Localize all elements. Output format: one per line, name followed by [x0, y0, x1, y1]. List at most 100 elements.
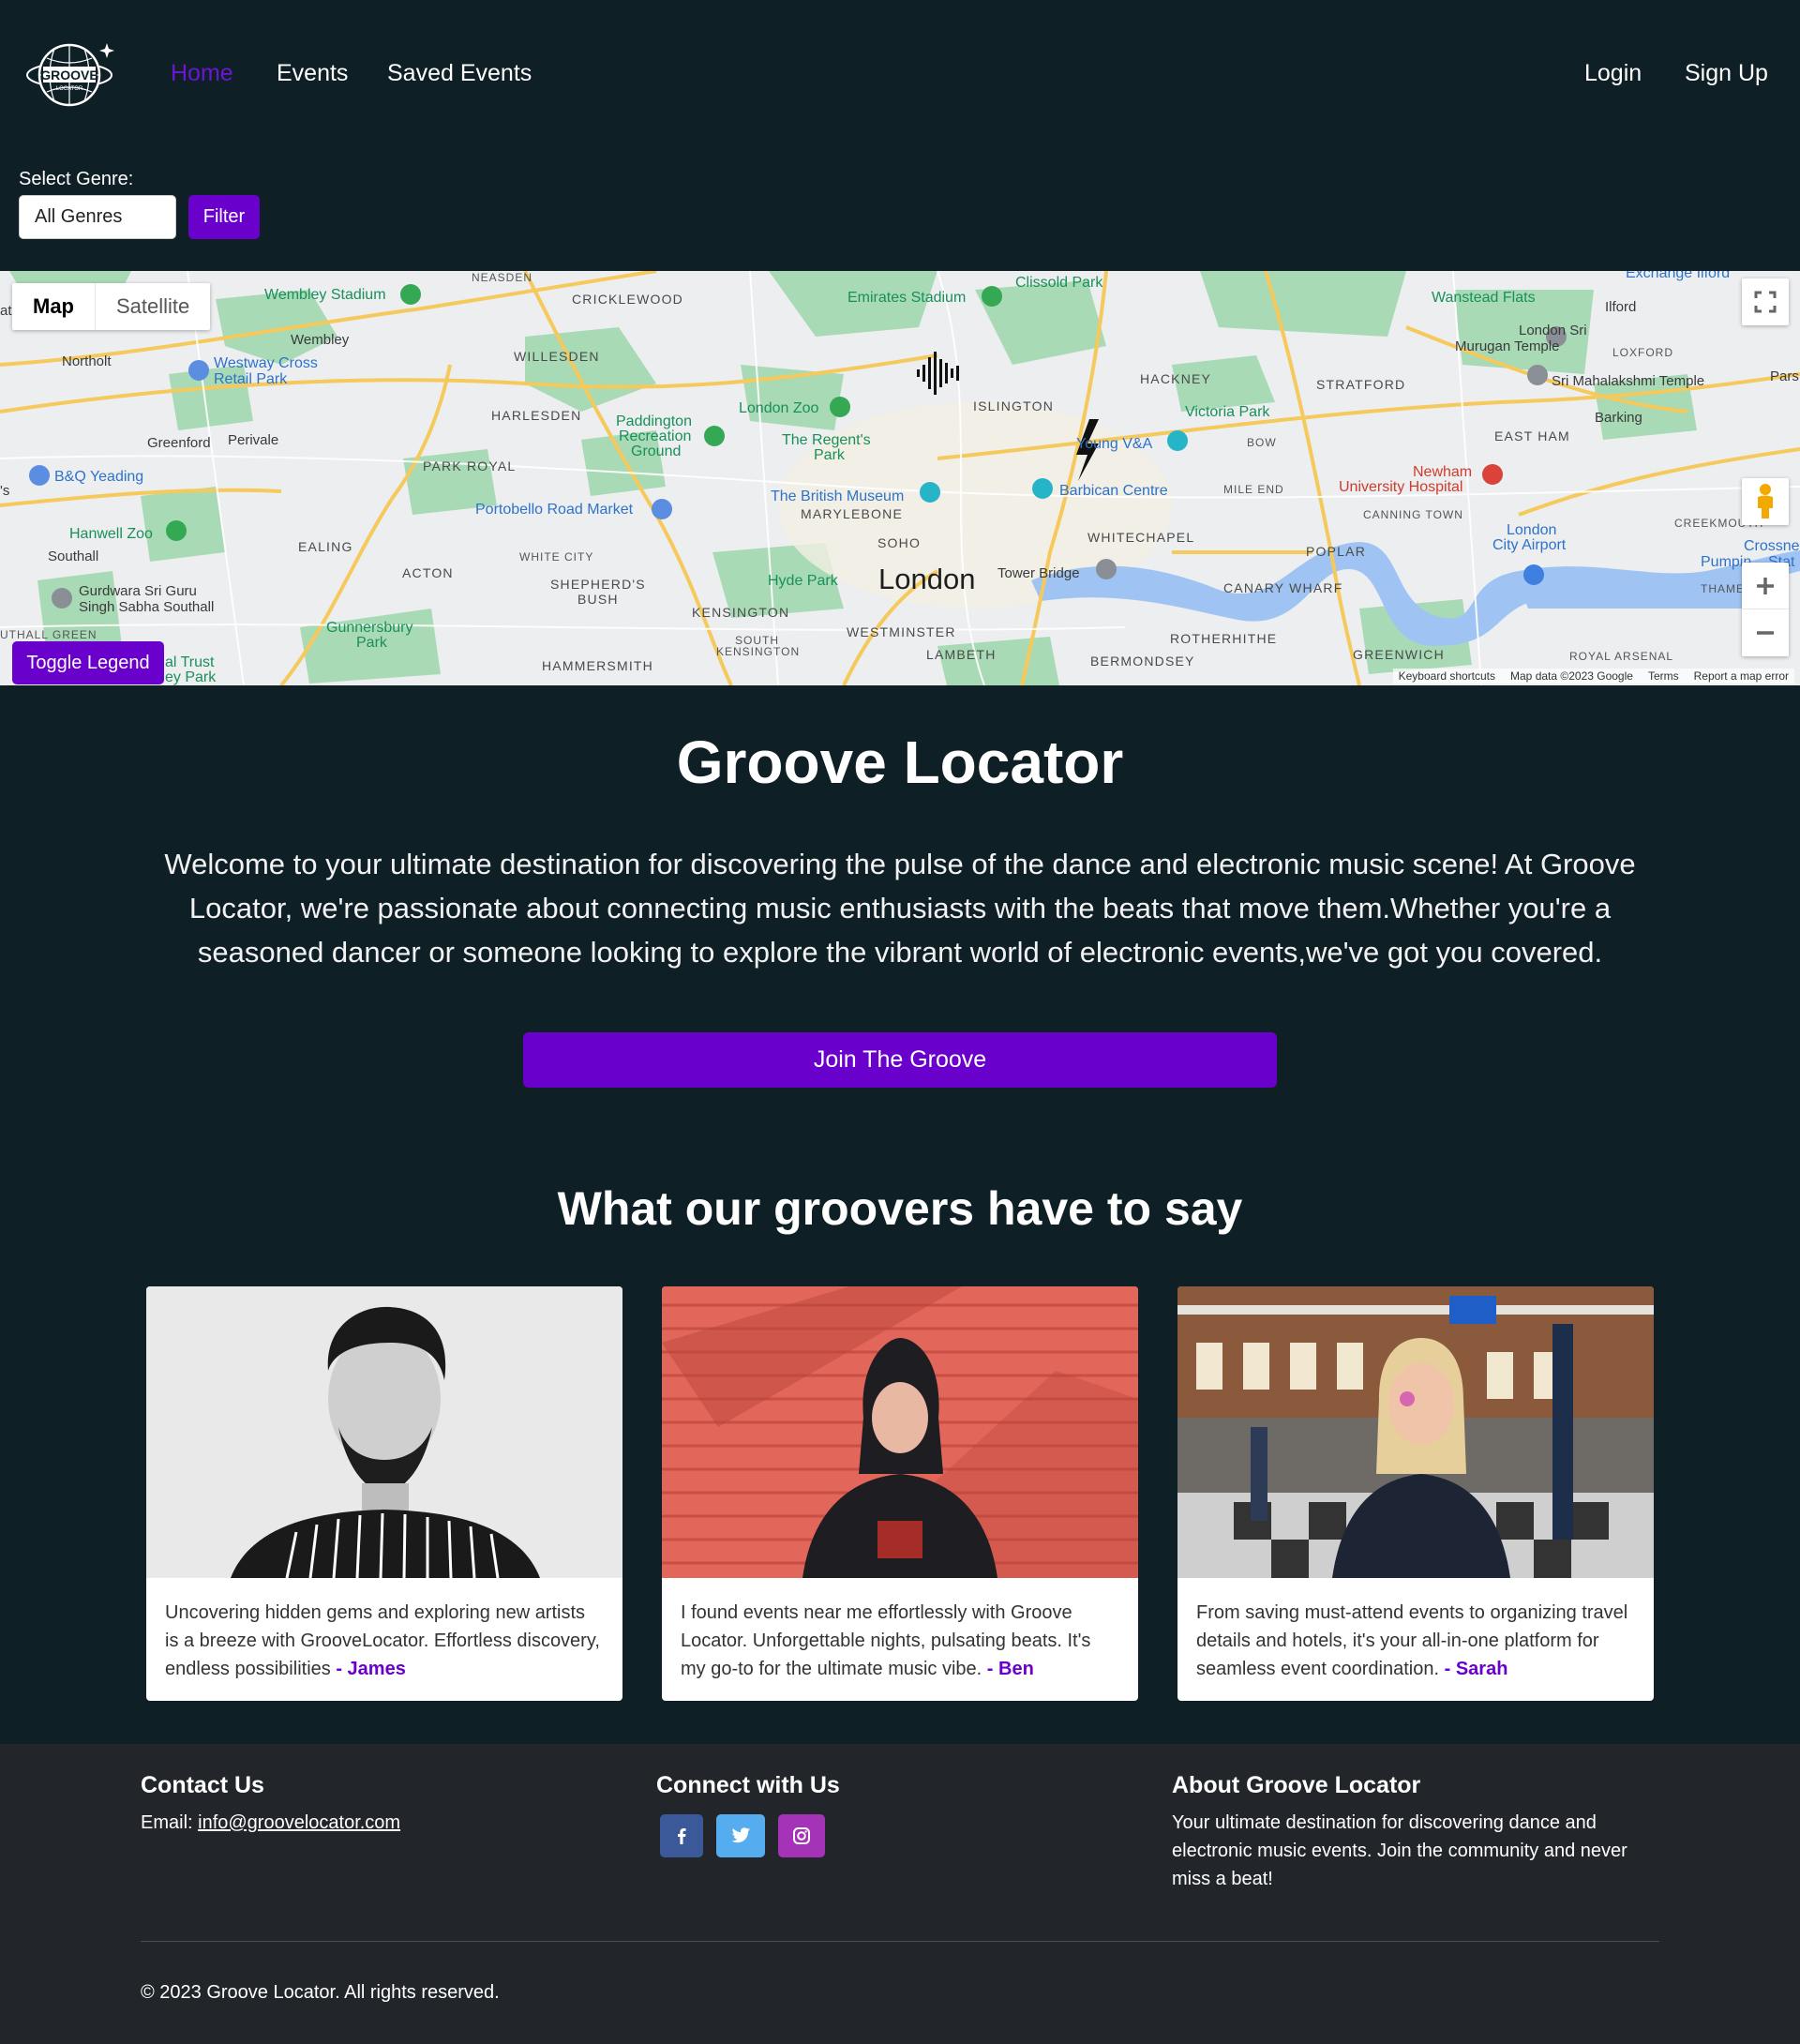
street-view-button[interactable]	[1742, 478, 1789, 525]
map-attribution: Keyboard shortcuts Map data ©2023 Google…	[1392, 669, 1794, 684]
map-label: The British Museum	[771, 488, 905, 504]
map-label: University Hospital	[1339, 479, 1463, 495]
quote-author: - Ben	[986, 1659, 1034, 1679]
map-label: Young V&A	[1076, 436, 1153, 452]
map-label: Wembley Stadium	[264, 287, 386, 303]
map-label: Exchange Ilford	[1626, 271, 1731, 281]
nav-saved-events-link[interactable]: Saved Events	[387, 58, 532, 88]
map-label: Northolt	[62, 353, 112, 369]
map-label: Murugan Temple	[1455, 338, 1560, 354]
map-type-control: Map Satellite	[12, 283, 211, 330]
events-map[interactable]: NEASDEN CRICKLEWOOD Wembley Stadium Emir…	[0, 271, 1800, 685]
map-label: Wembley	[291, 332, 350, 348]
hero-description: Welcome to your ultimate destination for…	[164, 848, 1636, 969]
hero-title: Groove Locator	[676, 729, 1124, 796]
email-label: Email:	[141, 1812, 199, 1833]
map-label: London	[878, 563, 976, 595]
nav-home-link[interactable]: Home	[171, 58, 233, 88]
map-label: Victoria Park	[1185, 404, 1270, 420]
map-type-satellite-button[interactable]: Satellite	[96, 283, 210, 330]
pegman-icon	[1758, 484, 1773, 519]
facebook-button[interactable]	[660, 1814, 703, 1857]
map-label: Tower Bridge	[998, 565, 1080, 581]
map-data-text: Map data ©2023 Google	[1510, 669, 1633, 683]
map-label: Singh Sabha Southall	[79, 599, 215, 615]
svg-text:GROOVE: GROOVE	[40, 68, 98, 83]
footer-divider	[141, 1941, 1659, 1942]
map-label: BERMONDSEY	[1090, 654, 1195, 669]
genre-select[interactable]: All Genres	[19, 195, 176, 239]
signup-link[interactable]: Sign Up	[1685, 58, 1768, 88]
testimonial-photo-james	[146, 1286, 622, 1578]
copyright-text: © 2023 Groove Locator. All rights reserv…	[141, 1982, 500, 2003]
login-link[interactable]: Login	[1584, 58, 1642, 88]
twitter-button[interactable]	[716, 1814, 765, 1857]
map-label: Ground	[631, 443, 682, 459]
map-label: WILLESDEN	[514, 349, 600, 364]
map-type-map-button[interactable]: Map	[12, 283, 96, 330]
testimonial-photo-ben	[662, 1286, 1138, 1578]
map-label: Southall	[48, 549, 99, 564]
about-text: Your ultimate destination for discoverin…	[1172, 1812, 1628, 1889]
map-label: Retail Park	[214, 371, 288, 387]
map-label: at	[0, 303, 12, 319]
svg-text:LOCATOR: LOCATOR	[56, 86, 83, 92]
quote-author: - Sarah	[1444, 1659, 1508, 1679]
testimonial-quote: From saving must-attend events to organi…	[1178, 1578, 1654, 1701]
map-label: CANNING TOWN	[1363, 508, 1463, 521]
about-title: About Groove Locator	[1172, 1772, 1421, 1798]
terms-link[interactable]: Terms	[1648, 669, 1679, 683]
instagram-icon	[793, 1827, 810, 1844]
map-label: Sri Mahalakshmi Temple	[1552, 373, 1705, 389]
map-label: SOHO	[878, 535, 922, 550]
map-label: MILE END	[1223, 483, 1284, 496]
map-label: KENSINGTON	[716, 645, 801, 658]
testimonial-card: From saving must-attend events to organi…	[1178, 1286, 1654, 1701]
zoom-out-button[interactable]	[1742, 609, 1789, 656]
instagram-button[interactable]	[778, 1814, 825, 1857]
map-label: KENSINGTON	[692, 605, 790, 620]
map-label: Hanwell Zoo	[69, 526, 153, 542]
map-label: Pars	[1770, 368, 1799, 384]
map-label: Wanstead Flats	[1432, 290, 1536, 306]
map-label: ey Park	[165, 669, 217, 685]
map-label: Park	[356, 635, 387, 651]
toggle-legend-button[interactable]: Toggle Legend	[12, 641, 164, 684]
map-label: ACTON	[402, 565, 454, 580]
fullscreen-button[interactable]	[1742, 278, 1789, 325]
testimonial-photo-sarah	[1178, 1286, 1654, 1578]
map-label: WHITE CITY	[519, 550, 594, 564]
map-label: EALING	[298, 539, 353, 554]
email-link[interactable]: info@groovelocator.com	[198, 1812, 400, 1833]
map-label: STRATFORD	[1316, 377, 1406, 392]
map-label: Greenford	[147, 435, 211, 451]
map-label: Barking	[1595, 410, 1642, 426]
join-the-groove-button[interactable]: Join The Groove	[523, 1032, 1277, 1088]
navbar: GROOVE LOCATOR Home Events Saved Events …	[0, 0, 1800, 150]
map-label: ROTHERHITHE	[1170, 631, 1278, 646]
map-label: Park	[814, 447, 845, 463]
map-label: GREENWICH	[1353, 647, 1445, 662]
map-label: City Airport	[1492, 537, 1567, 553]
nav-events-link[interactable]: Events	[277, 58, 348, 88]
plus-icon	[1757, 577, 1774, 594]
contact-title: Contact Us	[141, 1772, 264, 1798]
facebook-icon	[678, 1828, 686, 1844]
map-label: HARLESDEN	[491, 408, 582, 423]
filter-button[interactable]: Filter	[188, 195, 260, 239]
keyboard-shortcuts-link[interactable]: Keyboard shortcuts	[1399, 669, 1495, 683]
map-label: LOXFORD	[1612, 346, 1674, 359]
map-label: THAME	[1701, 582, 1745, 595]
quote-author: - James	[336, 1659, 406, 1679]
map-label: NEASDEN	[472, 271, 533, 284]
report-error-link[interactable]: Report a map error	[1694, 669, 1789, 683]
map-label: Clissold Park	[1015, 275, 1103, 291]
groove-locator-logo[interactable]: GROOVE LOCATOR	[26, 38, 120, 109]
testimonial-quote: I found events near me effortlessly with…	[662, 1578, 1138, 1701]
map-label: MARYLEBONE	[801, 506, 903, 521]
map-label: B&Q Yeading	[54, 469, 144, 485]
fullscreen-icon	[1754, 291, 1777, 313]
zoom-control	[1742, 563, 1789, 656]
genre-select-label: Select Genre:	[19, 169, 134, 189]
zoom-in-button[interactable]	[1742, 563, 1789, 609]
